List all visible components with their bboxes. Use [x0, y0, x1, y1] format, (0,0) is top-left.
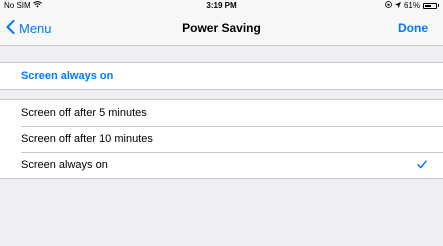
current-setting-row: Screen always on	[0, 63, 443, 89]
status-bar: No SIM 3:19 PM 61%	[0, 0, 443, 12]
option-screen-always-on[interactable]: Screen always on	[0, 152, 443, 178]
option-label: Screen always on	[21, 159, 108, 171]
location-icon	[394, 1, 401, 10]
current-setting-label: Screen always on	[21, 70, 114, 82]
done-button[interactable]: Done	[398, 21, 428, 35]
orientation-lock-icon	[385, 1, 392, 10]
current-setting-section: Screen always on	[0, 62, 443, 90]
page-title: Power Saving	[182, 21, 261, 35]
checkmark-icon	[417, 160, 427, 172]
status-time: 3:19 PM	[206, 1, 237, 10]
option-label: Screen off after 10 minutes	[21, 133, 153, 145]
option-screen-off-10-minutes[interactable]: Screen off after 10 minutes	[0, 126, 443, 152]
screen: No SIM 3:19 PM 61% Menu Power Saving Don…	[0, 0, 443, 246]
battery-icon	[423, 2, 437, 9]
battery-percent: 61%	[403, 1, 420, 10]
battery-fill	[425, 4, 431, 7]
option-screen-off-5-minutes[interactable]: Screen off after 5 minutes	[0, 100, 443, 126]
option-label: Screen off after 5 minutes	[21, 107, 147, 119]
navigation-bar: Menu Power Saving Done	[0, 12, 443, 46]
status-right: 61%	[385, 1, 439, 10]
battery-tip	[438, 4, 439, 7]
options-section: Screen off after 5 minutes Screen off af…	[0, 99, 443, 179]
